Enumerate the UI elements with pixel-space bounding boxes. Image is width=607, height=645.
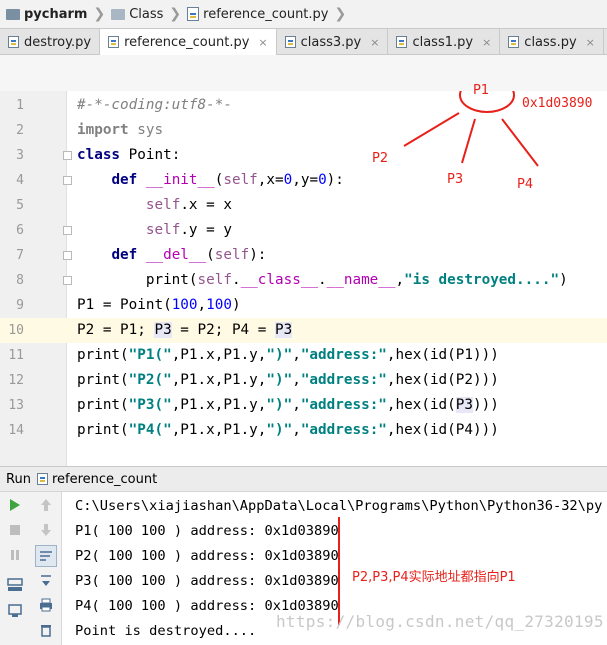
code-editor[interactable]: 1 #-*-coding:utf8-*- 2 import sys 3 clas… (0, 83, 607, 466)
python-file-icon (108, 36, 120, 48)
up-arrow-icon[interactable] (37, 496, 55, 514)
close-icon[interactable]: × (482, 36, 491, 49)
annotation-p3: P3 (447, 172, 464, 187)
annotation-p2: P2 (372, 151, 389, 166)
tab-class[interactable]: class.py × (500, 29, 604, 55)
editor-header-strip (0, 55, 607, 92)
soft-wrap-icon[interactable] (35, 545, 57, 567)
breadcrumb-separator: ❯ (93, 6, 106, 22)
run-config-label[interactable]: reference_count (52, 472, 157, 487)
run-toolbar-left (0, 492, 32, 645)
arrow-to-p3 (461, 118, 476, 164)
annotation-note: P2,P3,P4实际地址都指向P1 (352, 570, 516, 585)
watermark: https://blog.csdn.net/qq_27320195 (276, 612, 604, 631)
tab-reference-count[interactable]: reference_count.py × (100, 29, 277, 55)
python-file-icon (8, 36, 19, 48)
arrow-to-p2 (403, 112, 460, 147)
tab-label: class.py (524, 34, 577, 50)
scroll-to-end-icon[interactable] (37, 572, 55, 590)
pin-icon[interactable] (6, 602, 24, 620)
python-file-icon (508, 36, 520, 48)
breadcrumb-folder-label: Class (129, 6, 164, 22)
breadcrumb-project-label: pycharm (24, 6, 88, 22)
stop-icon[interactable] (6, 521, 24, 539)
layout-icon[interactable] (6, 576, 24, 594)
run-icon[interactable] (6, 496, 24, 514)
close-icon[interactable]: × (370, 36, 379, 49)
tab-destroy[interactable]: destroy.py (0, 29, 101, 55)
down-arrow-icon[interactable] (37, 521, 55, 539)
run-tab-label[interactable]: Run (6, 472, 31, 487)
tab-class1[interactable]: class1.py × (388, 29, 501, 55)
python-file-icon (36, 473, 48, 485)
tab-label: class1.py (412, 34, 474, 50)
python-file-icon (396, 36, 408, 48)
annotation-drawing (403, 91, 539, 167)
tab-label: class3.py (300, 34, 362, 50)
folder-icon (111, 8, 126, 20)
arrow-to-p4 (501, 118, 539, 167)
tab-label: reference_count.py (124, 34, 250, 50)
annotation-address: 0x1d03890 (522, 96, 593, 111)
tab-class3[interactable]: class3.py × (277, 29, 389, 55)
editor-tabs: destroy.py reference_count.py × class3.p… (0, 29, 607, 55)
run-toolbar-right (31, 492, 62, 645)
close-icon[interactable]: × (586, 36, 595, 49)
python-file-icon (187, 7, 200, 21)
print-icon[interactable] (37, 596, 55, 614)
tab-label: destroy.py (24, 34, 92, 50)
annotation-p1: P1 (473, 83, 490, 98)
breadcrumb: pycharm ❯ Class ❯ reference_count.py ❯ (0, 0, 607, 29)
breadcrumb-file-label: reference_count.py (203, 6, 329, 22)
close-icon[interactable]: × (258, 36, 267, 49)
folder-icon (6, 8, 20, 20)
run-panel-header: Run reference_count (0, 466, 607, 492)
annotation-p4: P4 (517, 177, 534, 192)
pause-icon[interactable] (6, 546, 24, 564)
breadcrumb-file[interactable]: reference_count.py (187, 7, 328, 22)
python-file-icon (284, 36, 296, 48)
breadcrumb-separator: ❯ (169, 6, 182, 22)
trash-icon[interactable] (37, 621, 55, 639)
breadcrumb-folder[interactable]: Class (111, 7, 163, 22)
breadcrumb-separator: ❯ (334, 6, 347, 22)
breadcrumb-project[interactable]: pycharm (6, 7, 87, 22)
